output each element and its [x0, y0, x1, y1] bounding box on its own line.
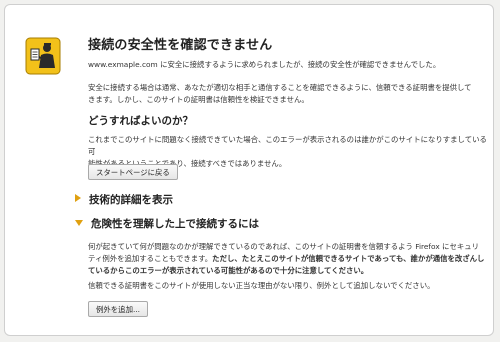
add-exception-button[interactable]: 例外を追加... [88, 301, 149, 317]
what-should-i-do-heading: どうすればよいのか？ [88, 115, 193, 127]
technical-details-toggle[interactable]: 技術的詳細を表示 [75, 192, 173, 207]
expand-arrow-icon [75, 194, 81, 202]
explanation-line-1: 安全に接続する場合は通常、あなたが適切な相手と通信することを確認できるように、信… [88, 83, 472, 92]
risk-line-2-warning: ただし、たとえこのサイトが信頼できるサイトであっても、誰かが通信を改ざんし [212, 254, 485, 263]
explanation-line-2: きます。しかし、このサイトの証明書は信頼性を検証できません。 [88, 95, 309, 104]
technical-details-label: 技術的詳細を表示 [89, 194, 173, 206]
risk-line-1: 何が起きていて何が問題なのかが理解できているのであれば、このサイトの証明書を信頼… [88, 242, 480, 251]
intro-text: www.exmaple.com に安全に接続するように求められましたが、接続の安… [88, 59, 488, 71]
risk-line-2: ティ例外を追加することもできます。ただし、たとえこのサイトが信頼できるサイトであ… [88, 253, 488, 265]
explanation-paragraph: 安全に接続する場合は通常、あなたが適切な相手と通信することを確認できるように、信… [88, 82, 488, 106]
intro-rest: に安全に接続するように求められましたが、接続の安全性が確認できませんでした。 [157, 60, 441, 69]
collapse-arrow-icon [75, 220, 83, 226]
exception-advice-text: 信頼できる証明書をこのサイトが使用しない正当な理由がない限り、例外として追加しな… [88, 281, 435, 290]
security-officer-icon [25, 37, 61, 75]
page-title: 接続の安全性を確認できません [88, 38, 273, 53]
back-to-start-button[interactable]: スタートページに戻る [88, 164, 178, 180]
understand-risks-label: 危険性を理解した上で接続するには [91, 218, 259, 230]
risk-paragraph: 何が起きていて何が問題なのかが理解できているのであれば、このサイトの証明書を信頼… [88, 241, 488, 277]
error-page: 接続の安全性を確認できません www.exmaple.com に安全に接続するよ… [4, 4, 494, 336]
risk-line-2-normal: ティ例外を追加することもできます。 [88, 254, 213, 263]
advice-line-1: これまでこのサイトに問題なく接続できていた場合、このエラーが表示されるのは誰かが… [88, 135, 487, 156]
understand-risks-toggle[interactable]: 危険性を理解した上で接続するには [75, 216, 259, 231]
intro-host: www.exmaple.com [88, 60, 158, 69]
risk-line-3-warning: ているからこのエラーが表示されている可能性があるので十分に注意してください。 [88, 266, 369, 275]
